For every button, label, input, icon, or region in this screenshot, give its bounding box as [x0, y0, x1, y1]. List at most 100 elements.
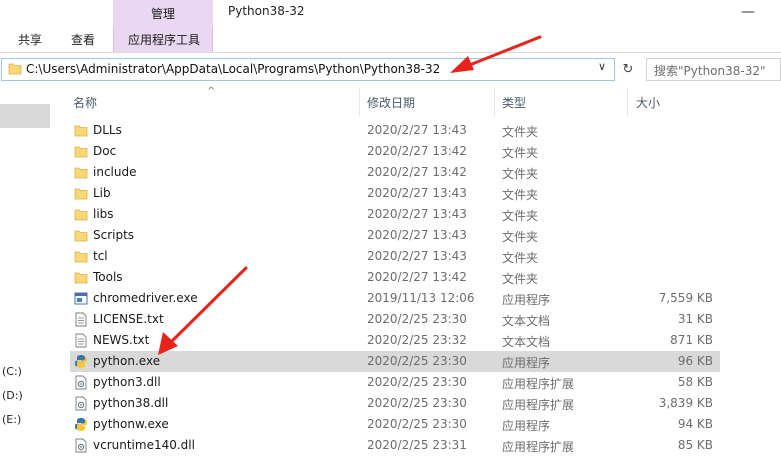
file-size: 96 KB — [677, 354, 713, 368]
table-row[interactable]: Doc 2020/2/27 13:42 文件夹 — [70, 141, 720, 162]
file-modified: 2020/2/25 23:30 — [367, 396, 467, 410]
file-name: include — [93, 165, 137, 179]
file-name: python.exe — [93, 354, 161, 368]
file-type: 应用程序 — [502, 356, 551, 370]
drive-e[interactable]: (E:) — [2, 413, 21, 426]
file-size: 871 KB — [670, 333, 713, 347]
drive-d[interactable]: (D:) — [2, 389, 23, 402]
file-type: 文件夹 — [502, 230, 539, 244]
file-modified: 2020/2/25 23:30 — [367, 354, 467, 368]
file-name: pythonw.exe — [93, 417, 169, 431]
file-type: 应用程序扩展 — [502, 440, 575, 454]
text-file-icon — [75, 312, 87, 327]
minimize-icon[interactable]: — — [741, 4, 755, 20]
column-header-type[interactable]: 类型 — [502, 94, 526, 111]
column-divider[interactable] — [494, 88, 495, 116]
tab-share[interactable]: 共享 — [18, 31, 42, 48]
file-type: 应用程序扩展 — [502, 398, 575, 412]
file-modified: 2020/2/25 23:30 — [367, 417, 467, 431]
file-name: python38.dll — [93, 396, 169, 410]
file-name: NEWS.txt — [93, 333, 150, 347]
file-size: 3,839 KB — [658, 396, 713, 410]
file-modified: 2020/2/27 13:42 — [367, 165, 467, 179]
column-header-size[interactable]: 大小 — [636, 94, 660, 111]
file-modified: 2020/2/25 23:30 — [367, 375, 467, 389]
file-name: Scripts — [93, 228, 135, 242]
file-modified: 2020/2/25 23:30 — [367, 312, 467, 326]
python-icon — [75, 355, 87, 368]
file-type: 文件夹 — [502, 146, 539, 160]
column-header-modified[interactable]: 修改日期 — [367, 94, 415, 111]
folder-icon — [74, 230, 88, 242]
file-name: tcl — [93, 249, 108, 263]
file-modified: 2020/2/25 23:32 — [367, 333, 467, 347]
window-title: Python38-32 — [228, 4, 305, 18]
table-row[interactable]: DLLs 2020/2/27 13:43 文件夹 — [70, 120, 720, 141]
chevron-down-icon[interactable]: ∨ — [598, 60, 606, 73]
refresh-button[interactable]: ↻ — [619, 58, 637, 81]
table-row[interactable]: Tools 2020/2/27 13:42 文件夹 — [70, 267, 720, 288]
file-size: 58 KB — [677, 375, 713, 389]
address-path[interactable]: C:\Users\Administrator\AppData\Local\Pro… — [26, 62, 440, 76]
table-row[interactable]: libs 2020/2/27 13:43 文件夹 — [70, 204, 720, 225]
file-modified: 2020/2/27 13:43 — [367, 228, 467, 242]
table-row[interactable]: tcl 2020/2/27 13:43 文件夹 — [70, 246, 720, 267]
file-size: 7,559 KB — [658, 291, 713, 305]
table-row[interactable]: chromedriver.exe 2019/11/13 12:06 应用程序 7,55… — [70, 288, 720, 309]
folder-icon — [74, 146, 88, 158]
file-type: 应用程序 — [502, 419, 551, 433]
navigation-pane — [0, 84, 52, 459]
file-modified: 2019/11/13 12:06 — [367, 291, 475, 305]
table-row[interactable]: python38.dll 2020/2/25 23:30 应用程序扩展 3,839 K… — [70, 393, 720, 414]
file-size: 85 KB — [677, 438, 713, 452]
ribbon-divider — [0, 52, 781, 53]
file-type: 应用程序 — [502, 293, 551, 307]
file-type: 文本文档 — [502, 314, 551, 328]
table-row[interactable]: include 2020/2/27 13:42 文件夹 — [70, 162, 720, 183]
file-name: chromedriver.exe — [93, 291, 198, 305]
table-row[interactable]: Lib 2020/2/27 13:43 文件夹 — [70, 183, 720, 204]
table-row[interactable]: Scripts 2020/2/27 13:43 文件夹 — [70, 225, 720, 246]
folder-icon — [74, 125, 88, 137]
folder-icon — [74, 251, 88, 263]
column-divider[interactable] — [359, 88, 360, 116]
table-row[interactable]: LICENSE.txt 2020/2/25 23:30 文本文档 31 KB — [70, 309, 720, 330]
column-divider[interactable] — [627, 88, 628, 116]
column-header-name[interactable]: 名称 — [73, 94, 97, 111]
file-name: vcruntime140.dll — [93, 438, 195, 452]
table-row[interactable]: NEWS.txt 2020/2/25 23:32 文本文档 871 KB — [70, 330, 720, 351]
nav-selected-item[interactable] — [0, 104, 50, 128]
file-modified: 2020/2/27 13:43 — [367, 207, 467, 221]
file-name: Lib — [93, 186, 111, 200]
tab-manage-label: 管理 — [150, 7, 175, 21]
dll-icon — [75, 438, 87, 453]
table-row[interactable]: vcruntime140.dll 2020/2/25 23:31 应用程序扩展 85 … — [70, 435, 720, 456]
file-modified: 2020/2/27 13:43 — [367, 186, 467, 200]
tab-view[interactable]: 查看 — [71, 31, 95, 48]
address-folder-icon — [8, 63, 22, 75]
file-name: python3.dll — [93, 375, 161, 389]
folder-icon — [74, 272, 88, 284]
dll-icon — [75, 375, 87, 390]
file-modified: 2020/2/27 13:42 — [367, 144, 467, 158]
text-file-icon — [75, 333, 87, 348]
table-row[interactable]: python3.dll 2020/2/25 23:30 应用程序扩展 58 KB — [70, 372, 720, 393]
drive-c[interactable]: (C:) — [2, 365, 22, 378]
folder-icon — [74, 209, 88, 221]
file-modified: 2020/2/27 13:42 — [367, 270, 467, 284]
file-size: 31 KB — [677, 312, 713, 326]
file-type: 文件夹 — [502, 125, 539, 139]
file-type: 文件夹 — [502, 167, 539, 181]
file-modified: 2020/2/27 13:43 — [367, 123, 467, 137]
file-type: 文本文档 — [502, 335, 551, 349]
folder-icon — [74, 167, 88, 179]
table-row[interactable]: pythonw.exe 2020/2/25 23:30 应用程序 94 KB — [70, 414, 720, 435]
tab-manage[interactable]: 管理 — [113, 0, 213, 27]
table-row-selected[interactable]: python.exe 2020/2/25 23:30 应用程序 96 KB — [70, 351, 720, 372]
search-placeholder: 搜索"Python38-32" — [654, 64, 766, 78]
tab-app-tools[interactable]: 应用程序工具 — [113, 27, 213, 52]
folder-icon — [74, 188, 88, 200]
dll-icon — [75, 396, 87, 411]
file-name: DLLs — [93, 123, 122, 137]
file-name: Tools — [93, 270, 123, 284]
